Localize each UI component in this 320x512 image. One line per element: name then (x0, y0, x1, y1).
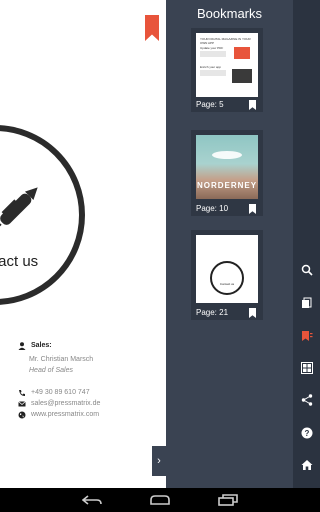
sales-name: Mr. Christian Marsch (29, 356, 94, 363)
grid-button[interactable] (293, 356, 320, 380)
search-button[interactable] (293, 258, 320, 282)
share-icon (301, 394, 312, 406)
thumb-graphic (232, 69, 252, 83)
bookmark-page-label: Page: 5 (196, 100, 224, 109)
website-link[interactable]: www.pressmatrix.com (31, 409, 99, 420)
pages-icon (301, 297, 311, 308)
contact-title: tact us (0, 253, 39, 270)
bookmark-thumbnail: YOUR DIGITAL MAGAZINE IN YOUR OWN APP Up… (196, 33, 258, 97)
sales-label: Sales: (31, 342, 52, 349)
person-icon (18, 341, 26, 350)
grid-icon (300, 362, 313, 374)
recents-icon (218, 494, 238, 506)
thumb-heading: YOUR DIGITAL MAGAZINE IN YOUR OWN APP (200, 37, 251, 45)
back-icon (82, 495, 102, 505)
pen-icon (0, 187, 38, 227)
side-toolbar: ? (293, 0, 320, 488)
bookmark-caption: Page: 21 (191, 305, 263, 320)
recents-button[interactable] (208, 488, 248, 512)
bookmark-card[interactable]: Contact us Page: 21 (191, 230, 263, 320)
thumb-sub2: Enrich your app (200, 65, 222, 69)
pages-button[interactable] (293, 291, 320, 315)
thumb-balloon (212, 151, 242, 159)
help-button[interactable]: ? (293, 421, 320, 445)
home-button[interactable] (293, 453, 320, 477)
bookmark-page-label: Page: 10 (196, 204, 229, 213)
chevron-right-icon: › (157, 455, 161, 467)
phone-number[interactable]: +49 30 89 610 747 (31, 387, 90, 398)
sales-role: Head of Sales (29, 367, 73, 374)
thumb-graphic (234, 47, 250, 59)
back-button[interactable] (72, 488, 112, 512)
bookmarks-icon (301, 331, 312, 341)
share-button[interactable] (293, 388, 320, 412)
thumb-title: Contact us (219, 282, 235, 286)
bookmark-card[interactable]: YOUR DIGITAL MAGAZINE IN YOUR OWN APP Up… (191, 28, 263, 112)
bookmark-card[interactable]: NORDERNEY Page: 10 (191, 130, 263, 216)
bookmarks-button[interactable] (293, 324, 320, 348)
bookmark-thumbnail: Contact us (196, 235, 258, 303)
bookmark-thumbnail: NORDERNEY (196, 135, 258, 199)
svg-text:?: ? (304, 429, 309, 438)
contact-info: Sales: Mr. Christian Marsch Head of Sale… (18, 340, 100, 420)
home-nav-icon (150, 495, 170, 505)
home-icon (301, 460, 312, 470)
bookmark-icon (249, 100, 256, 110)
bookmark-icon (249, 308, 256, 318)
bookmarks-panel: Bookmarks YOUR DIGITAL MAGAZINE IN YOUR … (166, 0, 293, 488)
next-page-tab[interactable]: › (152, 446, 166, 476)
panel-title: Bookmarks (196, 6, 263, 21)
globe-icon (18, 411, 26, 419)
mail-icon (18, 400, 26, 408)
bookmark-caption: Page: 5 (191, 97, 263, 112)
system-navbar (0, 488, 320, 512)
search-icon (301, 264, 313, 276)
thumb-text-block (200, 51, 226, 57)
bookmark-caption: Page: 10 (191, 201, 263, 216)
email-link[interactable]: sales@pressmatrix.de (31, 398, 100, 409)
home-nav-button[interactable] (140, 488, 180, 512)
help-icon: ? (301, 427, 312, 439)
thumb-title: NORDERNEY (196, 181, 258, 190)
phone-icon (18, 389, 26, 397)
bookmark-icon (249, 204, 256, 214)
thumb-circle (210, 261, 244, 295)
thumb-text-block (200, 70, 226, 76)
magazine-page: tact us Sales: Mr. Christian Marsch Head… (0, 0, 166, 488)
page-bookmark-icon[interactable] (145, 15, 159, 41)
thumb-sub1: Update your PDF (200, 46, 224, 50)
bookmark-page-label: Page: 21 (196, 308, 229, 317)
